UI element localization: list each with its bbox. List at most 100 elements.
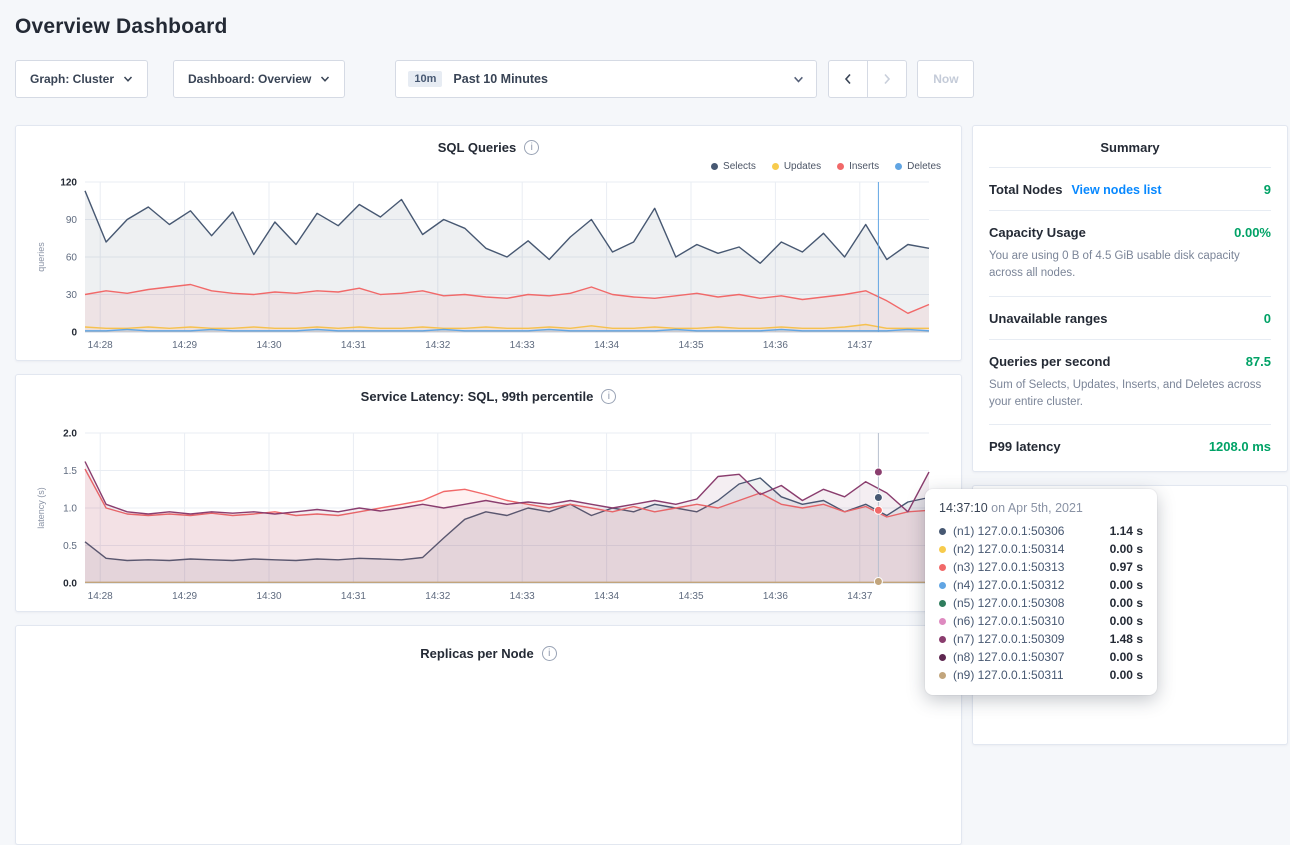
svg-text:1.0: 1.0 (63, 504, 77, 515)
tooltip-node-row: (n2) 127.0.0.1:503140.00 s (939, 540, 1143, 558)
node-address-label: (n1) 127.0.0.1:50306 (953, 524, 1064, 538)
dashboard-dropdown[interactable]: Dashboard: Overview (173, 60, 345, 98)
chevron-down-icon (793, 74, 804, 85)
svg-text:14:29: 14:29 (172, 591, 197, 602)
legend-item[interactable]: Updates (772, 161, 821, 172)
legend-item[interactable]: Deletes (895, 161, 941, 172)
legend-item[interactable]: Inserts (837, 161, 879, 172)
svg-text:60: 60 (66, 253, 78, 264)
chart-header: Service Latency: SQL, 99th percentile i (30, 385, 947, 407)
legend-color-dot (772, 163, 779, 170)
node-address-label: (n6) 127.0.0.1:50310 (953, 614, 1064, 628)
now-button[interactable]: Now (917, 60, 974, 98)
svg-text:14:28: 14:28 (88, 591, 113, 602)
summary-label: Queries per second (989, 354, 1110, 369)
legend-label: Deletes (907, 161, 941, 172)
tooltip-rows: (n1) 127.0.0.1:503061.14 s(n2) 127.0.0.1… (939, 522, 1143, 684)
nodes-list-link[interactable]: View nodes list (1071, 183, 1161, 197)
summary-row-head: Capacity Usage0.00% (989, 225, 1271, 240)
svg-text:latency (s): latency (s) (36, 487, 46, 529)
legend-label: Updates (784, 161, 821, 172)
info-icon[interactable]: i (542, 646, 557, 661)
chart-header: Replicas per Node i (30, 642, 947, 664)
series-color-dot (939, 618, 946, 625)
node-latency-value: 1.48 s (1110, 632, 1143, 646)
series-color-dot (939, 564, 946, 571)
svg-text:30: 30 (66, 290, 78, 301)
svg-text:14:28: 14:28 (88, 340, 113, 351)
summary-panel: Summary Total NodesView nodes list9Capac… (972, 125, 1288, 472)
service-latency-chart-card: Service Latency: SQL, 99th percentile i … (15, 374, 962, 612)
legend-item[interactable]: Selects (711, 161, 756, 172)
svg-text:1.5: 1.5 (63, 466, 77, 477)
tooltip-node-row: (n5) 127.0.0.1:503080.00 s (939, 594, 1143, 612)
legend-color-dot (837, 163, 844, 170)
svg-text:14:35: 14:35 (678, 591, 703, 602)
time-step-buttons (828, 60, 907, 98)
summary-value: 9 (1264, 182, 1271, 197)
svg-text:14:29: 14:29 (172, 340, 197, 351)
summary-label: Unavailable ranges (989, 311, 1108, 326)
time-range-selector[interactable]: 10m Past 10 Minutes (395, 60, 817, 98)
sql-queries-chart[interactable]: 14:2814:2914:3014:3114:3214:3314:3414:35… (30, 174, 947, 354)
time-range-badge: 10m (408, 71, 442, 87)
svg-text:14:33: 14:33 (510, 591, 535, 602)
svg-text:14:34: 14:34 (594, 591, 619, 602)
chevron-right-icon (882, 73, 892, 85)
tooltip-node-row: (n6) 127.0.0.1:503100.00 s (939, 612, 1143, 630)
summary-row: Total Nodes View nodes list 9 (989, 167, 1271, 210)
series-color-dot (939, 546, 946, 553)
tooltip-node-row: (n8) 127.0.0.1:503070.00 s (939, 648, 1143, 666)
summary-row-head: Total Nodes View nodes list 9 (989, 182, 1271, 197)
time-prev-button[interactable] (828, 60, 868, 98)
summary-label: Total Nodes (989, 182, 1062, 197)
node-address-label: (n3) 127.0.0.1:50313 (953, 560, 1064, 574)
svg-text:14:36: 14:36 (763, 591, 788, 602)
node-latency-value: 0.00 s (1110, 668, 1143, 682)
info-icon[interactable]: i (524, 140, 539, 155)
svg-text:14:32: 14:32 (425, 591, 450, 602)
svg-text:0.0: 0.0 (63, 579, 77, 590)
info-icon[interactable]: i (601, 389, 616, 404)
dashboard-label: Dashboard: Overview (188, 72, 311, 86)
page-title: Overview Dashboard (15, 15, 1290, 39)
node-address-label: (n7) 127.0.0.1:50309 (953, 632, 1064, 646)
charts-column: SQL Queries i SelectsUpdatesInsertsDelet… (15, 125, 962, 845)
node-address-label: (n2) 127.0.0.1:50314 (953, 542, 1064, 556)
svg-text:14:32: 14:32 (425, 340, 450, 351)
svg-text:14:30: 14:30 (256, 340, 281, 351)
time-next-button[interactable] (867, 60, 907, 98)
series-color-dot (939, 636, 946, 643)
graph-scope-dropdown[interactable]: Graph: Cluster (15, 60, 148, 98)
toolbar: Graph: Cluster Dashboard: Overview 10m P… (15, 60, 1275, 98)
tooltip-node-row: (n7) 127.0.0.1:50309 1.48 s (939, 630, 1143, 648)
summary-description: You are using 0 B of 4.5 GiB usable disk… (989, 248, 1271, 283)
chart-legend: Selects Updates Inserts Deletes (30, 158, 947, 174)
svg-text:0.5: 0.5 (63, 541, 77, 552)
legend-color-dot (711, 163, 718, 170)
summary-row-head: Unavailable ranges 0 (989, 311, 1271, 326)
svg-text:0: 0 (71, 328, 77, 339)
svg-text:14:37: 14:37 (847, 340, 872, 351)
service-latency-chart[interactable]: 14:28 14:29 14:30 14:31 14:32 14:33 14:34 14:35… (30, 425, 947, 605)
replicas-per-node-chart-card: Replicas per Node i (15, 625, 962, 845)
legend-color-dot (895, 163, 902, 170)
node-address-label: (n4) 127.0.0.1:50312 (953, 578, 1064, 592)
summary-row: Queries per second87.5Sum of Selects, Up… (989, 339, 1271, 425)
svg-text:14:37: 14:37 (847, 591, 872, 602)
time-range-label: Past 10 Minutes (453, 72, 547, 86)
chart-canvas[interactable]: 14:28 14:29 14:30 14:31 14:32 14:33 14:34 14:35… (30, 425, 947, 605)
summary-value: 0 (1264, 311, 1271, 326)
svg-text:queries: queries (36, 242, 46, 272)
summary-rows: Total Nodes View nodes list 9 Capacity Usag… (989, 167, 1271, 467)
tooltip-node-row: (n4) 127.0.0.1:503120.00 s (939, 576, 1143, 594)
svg-text:14:31: 14:31 (341, 591, 366, 602)
chart-canvas[interactable]: 14:2814:2914:3014:3114:3214:3314:3414:35… (30, 174, 947, 354)
summary-row-head: P99 latency1208.0 ms (989, 439, 1271, 454)
node-latency-value: 0.97 s (1110, 560, 1143, 574)
svg-text:14:36: 14:36 (763, 340, 788, 351)
svg-text:14:31: 14:31 (341, 340, 366, 351)
chevron-down-icon (320, 74, 330, 84)
svg-text:14:30: 14:30 (256, 591, 281, 602)
summary-label: Capacity Usage (989, 225, 1086, 240)
